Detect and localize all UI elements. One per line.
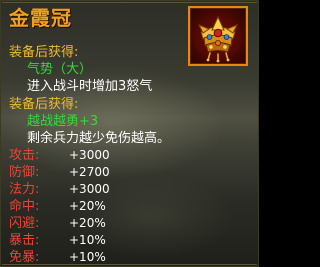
effect-name-2: 越战越勇+3 [27, 114, 99, 129]
stat-row-crit: 暴击: +10% [9, 233, 209, 248]
stat-label: 命中: [9, 199, 40, 214]
stat-value: +10% [69, 233, 106, 247]
item-name: 金霞冠 [9, 6, 72, 30]
effect-description-1: 进入战斗时增加3怒气 [27, 79, 153, 94]
item-icon-slot [188, 6, 248, 66]
stat-row-hit: 命中: +20% [9, 199, 209, 214]
stat-label: 防御: [9, 165, 40, 180]
golden-crown-icon [194, 15, 242, 63]
stat-value: +3000 [69, 148, 110, 162]
tooltip-top-border [2, 2, 257, 3]
stat-row-mana: 法力: +3000 [9, 182, 209, 197]
stat-row-attack: 攻击: +3000 [9, 148, 209, 163]
stat-label: 免暴: [9, 250, 40, 265]
stat-value: +3000 [69, 182, 110, 196]
item-tooltip: 金霞冠 装备后获得: 气势（大） 进入战斗时增加3怒气 装备后获得: 越战越勇+… [0, 0, 259, 267]
section-title-2: 装备后获得: [9, 97, 79, 112]
stat-label: 法力: [9, 182, 40, 197]
effect-description-2: 剩余兵力越少免伤越高。 [27, 131, 171, 146]
stat-row-defense: 防御: +2700 [9, 165, 209, 180]
effect-name-1: 气势（大） [27, 62, 93, 77]
stat-label: 攻击: [9, 148, 40, 163]
stat-value: +10% [69, 250, 106, 264]
stat-value: +2700 [69, 165, 110, 179]
stat-row-dodge: 闪避: +20% [9, 216, 209, 231]
stat-label: 暴击: [9, 233, 40, 248]
stat-value: +20% [69, 199, 106, 213]
stat-value: +20% [69, 216, 106, 230]
stat-label: 闪避: [9, 216, 40, 231]
section-title-1: 装备后获得: [9, 45, 79, 60]
stat-row-crit-resist: 免暴: +10% [9, 250, 209, 265]
